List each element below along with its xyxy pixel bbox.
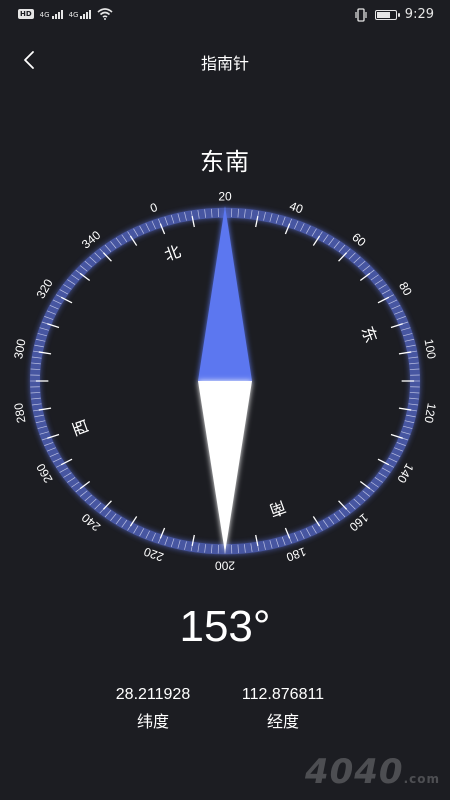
page-title: 指南针	[200, 54, 249, 73]
wifi-icon	[97, 8, 113, 20]
vibrate-icon	[355, 7, 367, 22]
app-header: 指南针	[0, 40, 450, 80]
degree-label: 120	[421, 402, 438, 424]
degree-label: 60	[349, 230, 368, 250]
watermark-suffix: .com	[403, 772, 440, 786]
status-right: 9:29	[355, 7, 434, 22]
compass-dial: 0 20 40 60 80 100 120 140 160 180 200 220 240 260 280 3…	[11, 190, 439, 573]
status-bar: HD 4G 4G 9:29	[0, 0, 450, 30]
status-time: 9:29	[404, 7, 434, 22]
compass-needle	[198, 206, 252, 553]
status-left: HD 4G 4G	[18, 8, 113, 20]
longitude-value: 112.876811	[241, 686, 325, 703]
cardinal-label: 南	[267, 497, 289, 520]
degree-label: 80	[396, 279, 415, 298]
network-type-label: 4G	[68, 10, 79, 19]
watermark-text: 4040	[304, 752, 404, 792]
watermark-logo: 4040.com	[305, 752, 440, 792]
signal-icon: 4G	[39, 9, 63, 19]
signal-icon: 4G	[68, 9, 92, 19]
longitude-label: 经度	[266, 712, 299, 731]
degree-label: 200	[215, 558, 235, 572]
cardinal-label: 东	[358, 324, 381, 346]
cardinal-label: 北	[162, 242, 184, 265]
network-type-label: 4G	[39, 10, 50, 19]
degree-label: 160	[346, 510, 371, 534]
degree-label: 220	[142, 544, 166, 564]
degree-label: 260	[33, 461, 55, 486]
degree-label: 0	[148, 200, 159, 216]
degree-label: 240	[79, 510, 104, 534]
needle-south	[198, 381, 252, 553]
degree-label: 180	[284, 544, 308, 564]
degree-label: 140	[394, 461, 416, 486]
degree-label: 280	[11, 402, 28, 424]
degree-label: 320	[34, 276, 56, 301]
direction-text: 东南	[200, 148, 250, 176]
degree-label: 40	[288, 199, 306, 217]
longitude-block: 112.876811 经度	[203, 686, 363, 732]
degree-label: 340	[79, 228, 104, 252]
cardinal-label: 西	[69, 417, 92, 439]
battery-fill	[376, 11, 391, 18]
degree-label: 100	[422, 338, 439, 360]
degree-label: 300	[11, 338, 28, 360]
heading-degree: 153°	[179, 602, 271, 651]
hd-badge: HD	[18, 9, 34, 19]
battery-icon	[374, 9, 400, 20]
needle-north	[198, 206, 252, 381]
degree-label: 20	[218, 190, 232, 204]
